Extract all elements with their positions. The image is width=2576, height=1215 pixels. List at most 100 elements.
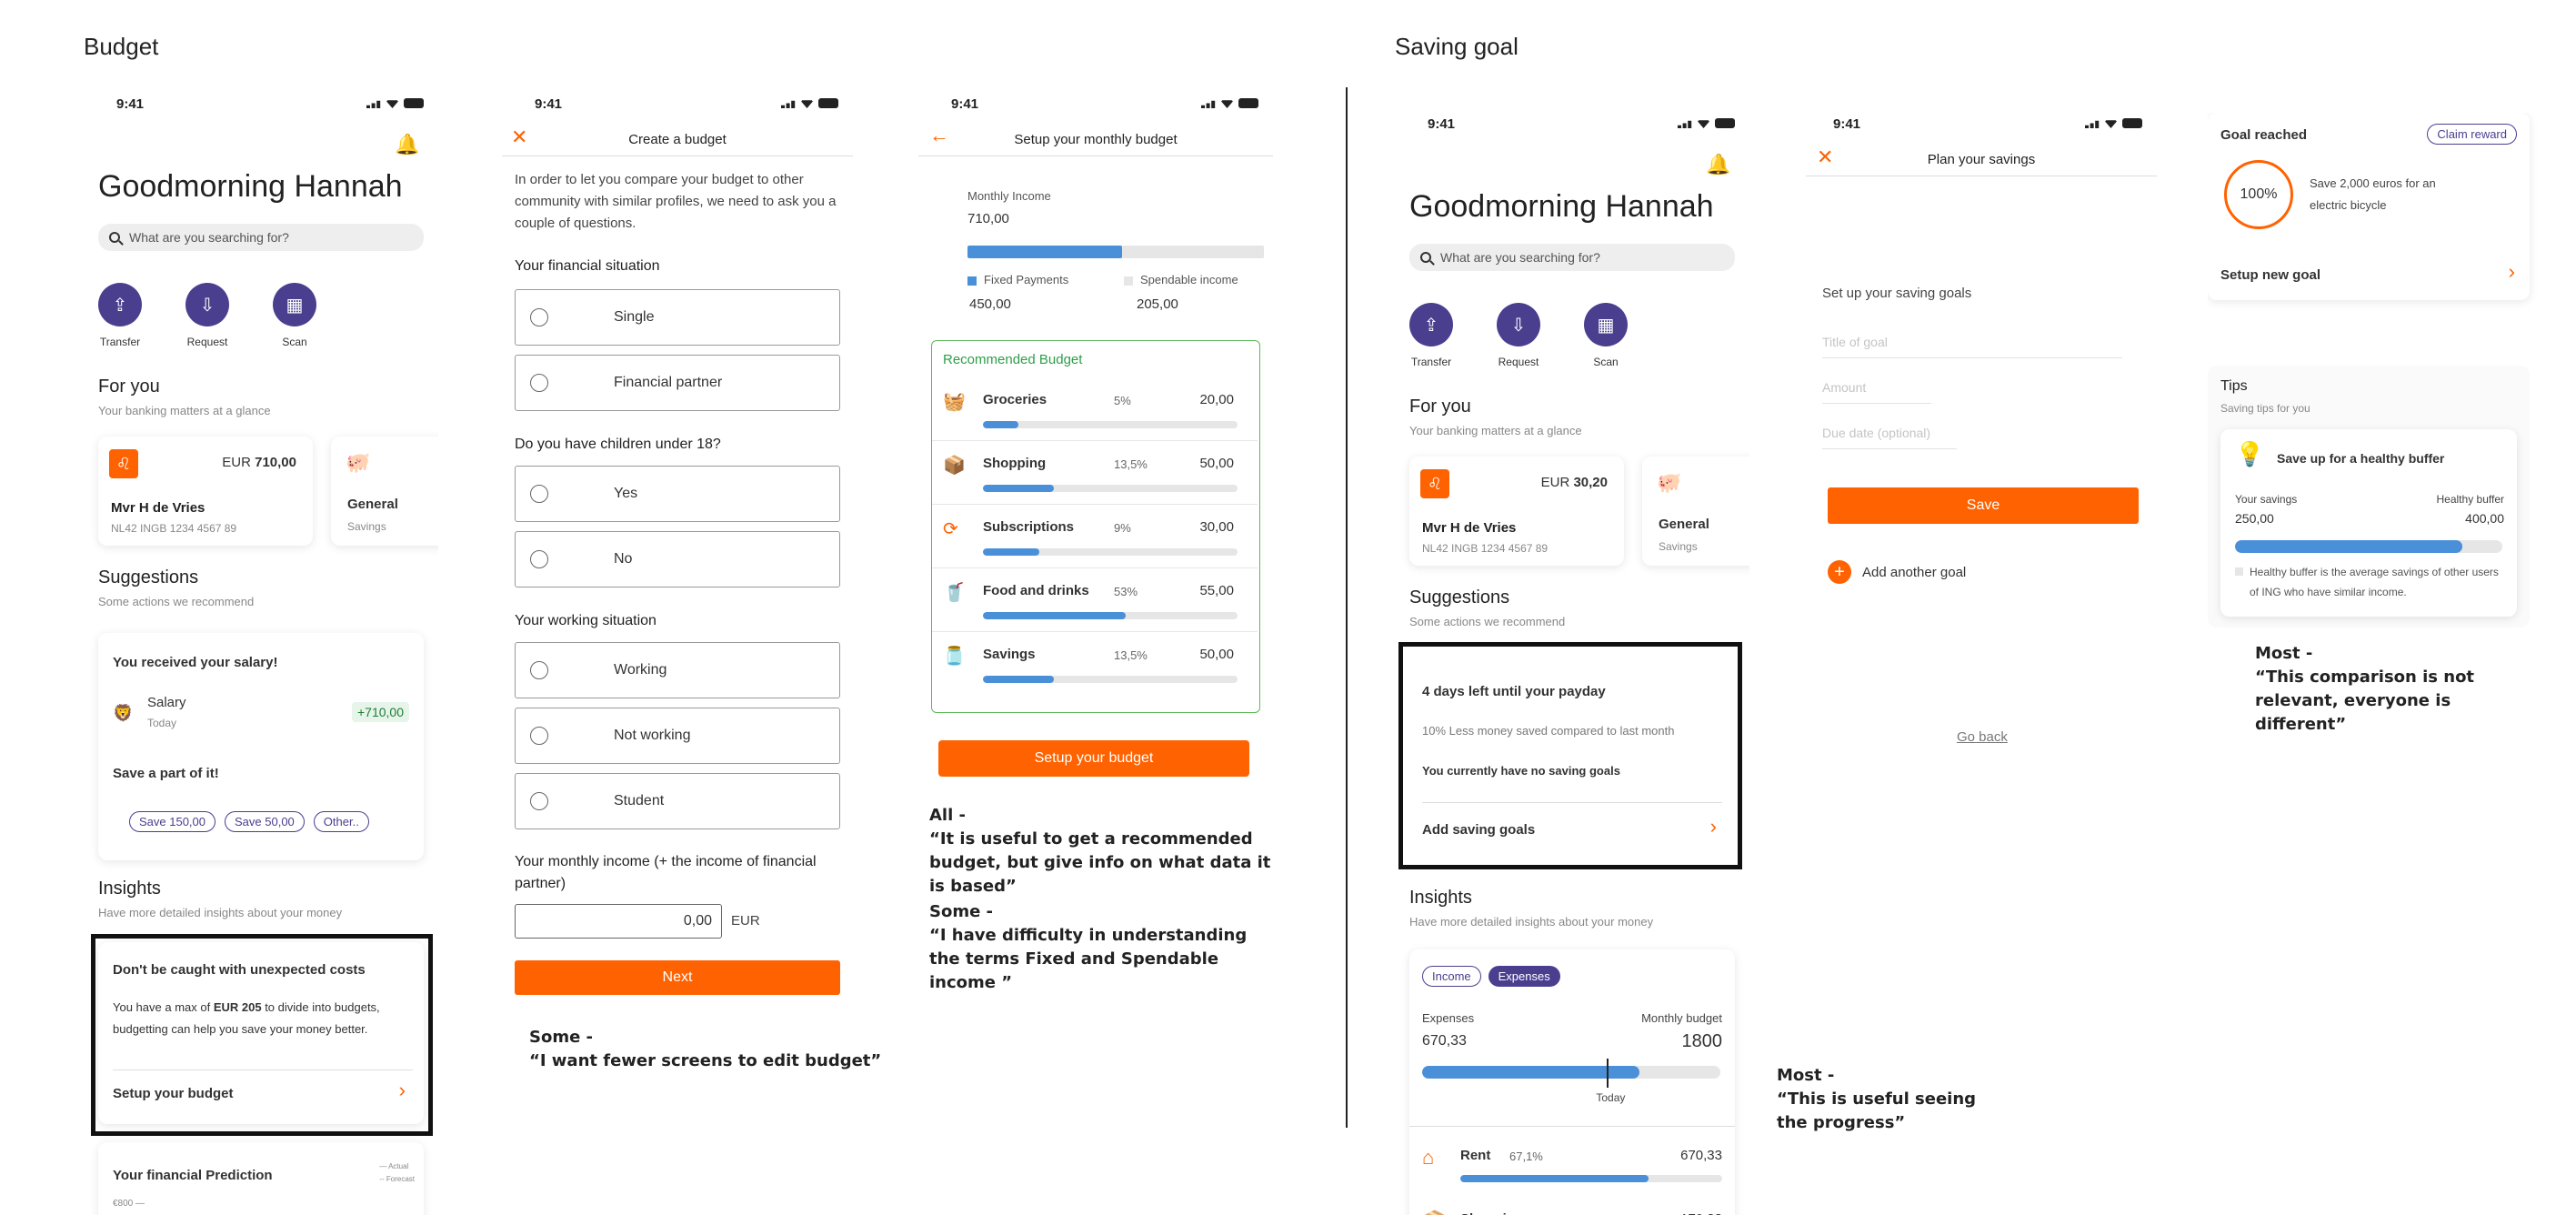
save-chips: Save 150,00 Save 50,00 Other.. bbox=[129, 811, 369, 832]
insights-subtitle: Have more detailed insights about your m… bbox=[1409, 915, 1654, 929]
amount-input[interactable]: Amount bbox=[1822, 380, 1931, 404]
expense-row[interactable]: ⌂ Rent 67,1% 670,33 bbox=[1409, 1137, 1735, 1197]
search-bar[interactable]: What are you searching for? bbox=[1409, 244, 1735, 271]
category-amount: 30,00 bbox=[1199, 519, 1234, 535]
quote2-text: “I have difficulty in understanding the … bbox=[929, 926, 1248, 992]
option-no[interactable]: No bbox=[515, 531, 840, 587]
row-pct: 67,1% bbox=[1509, 1150, 1543, 1163]
add-goal-label: Add another goal bbox=[1862, 564, 1967, 580]
category-bar bbox=[983, 676, 1238, 683]
quote-text: “This comparison is not relevant, everyo… bbox=[2255, 668, 2475, 734]
budget-category-row[interactable]: 🧺 Groceries 5% 20,00 bbox=[932, 381, 1258, 441]
expenses-card: Income Expenses Expenses 670,33 Monthly … bbox=[1409, 949, 1735, 1215]
option-label: Single bbox=[614, 309, 655, 325]
savings-card[interactable]: 🐖 General Savings bbox=[331, 437, 438, 546]
title-input[interactable]: Title of goal bbox=[1822, 335, 2122, 358]
option-student[interactable]: Student bbox=[515, 773, 840, 829]
chevron-right-icon[interactable]: › bbox=[2509, 260, 2515, 284]
budget-section-title: Budget bbox=[84, 33, 159, 60]
budget-category-row[interactable]: ⟳ Subscriptions 9% 30,00 bbox=[932, 508, 1258, 568]
account-card[interactable]: ♌ EUR 30,20 Mvr H de Vries NL42 INGB 123… bbox=[1409, 457, 1624, 566]
upload-icon: ⇪ bbox=[98, 283, 142, 326]
account-card[interactable]: ♌ EUR 710,00 Mvr H de Vries NL42 INGB 12… bbox=[98, 437, 313, 546]
account-balance: EUR 710,00 bbox=[222, 455, 296, 470]
bell-icon[interactable]: 🔔 bbox=[1706, 153, 1730, 176]
legend-label: Forecast bbox=[386, 1175, 415, 1183]
save-button[interactable]: Save bbox=[1828, 487, 2139, 524]
bell-icon[interactable]: 🔔 bbox=[395, 133, 419, 156]
tab-expenses[interactable]: Expenses bbox=[1488, 966, 1560, 987]
option-working[interactable]: Working bbox=[515, 642, 840, 698]
today-marker bbox=[1607, 1059, 1609, 1088]
insights-title: Insights bbox=[98, 879, 161, 899]
create-budget-screen: 9:41 Create a budget ✕ In order to let y… bbox=[502, 87, 853, 1088]
action-request[interactable]: ⇩ Request bbox=[1497, 303, 1540, 368]
search-bar[interactable]: What are you searching for? bbox=[98, 224, 424, 251]
category-name: Food and drinks bbox=[983, 583, 1089, 598]
back-arrow-icon[interactable]: ← bbox=[929, 124, 949, 147]
option-single[interactable]: Single bbox=[515, 289, 840, 346]
progress-ring: 100% bbox=[2224, 160, 2293, 229]
go-back-link[interactable]: Go back bbox=[1957, 729, 2008, 745]
action-transfer[interactable]: ⇪ Transfer bbox=[98, 283, 142, 348]
your-savings-value: 250,00 bbox=[2235, 511, 2274, 526]
highlight-payday bbox=[1398, 642, 1742, 869]
income-value: 0,00 bbox=[683, 913, 712, 929]
battery-icon bbox=[818, 98, 838, 108]
chip-save-50[interactable]: Save 50,00 bbox=[225, 811, 305, 832]
goal-desc: Save 2,000 euros for an electric bicycle bbox=[2310, 176, 2436, 212]
qr-code-icon: ▦ bbox=[1584, 303, 1628, 346]
expenses-bar bbox=[1422, 1066, 1720, 1079]
category-bar-fill bbox=[983, 421, 1019, 428]
balance-amount: 710,00 bbox=[255, 455, 296, 470]
chip-save-150[interactable]: Save 150,00 bbox=[129, 811, 216, 832]
row-name: Rent bbox=[1460, 1148, 1491, 1163]
savings-card[interactable]: 🐖 General Savings bbox=[1642, 457, 1749, 566]
status-time: 9:41 bbox=[535, 96, 563, 112]
income-bar bbox=[967, 246, 1264, 258]
currency: EUR bbox=[1540, 475, 1570, 490]
category-pct: 13,5% bbox=[1114, 648, 1148, 662]
category-bar-fill bbox=[983, 485, 1055, 492]
next-button[interactable]: Next bbox=[515, 960, 840, 995]
setup-new-goal-link[interactable]: Setup new goal bbox=[2220, 267, 2320, 283]
action-request[interactable]: ⇩ Request bbox=[185, 283, 229, 348]
close-icon[interactable]: ✕ bbox=[511, 126, 527, 149]
plus-circle-icon: + bbox=[1828, 560, 1851, 584]
action-scan[interactable]: ▦ Scan bbox=[273, 283, 316, 348]
add-goal-button[interactable]: + Add another goal bbox=[1828, 560, 1966, 584]
row-amount: 170,33 bbox=[1680, 1211, 1722, 1215]
salary-icon: 🦁 bbox=[113, 704, 134, 722]
option-yes[interactable]: Yes bbox=[515, 466, 840, 522]
option-financial-partner[interactable]: Financial partner bbox=[515, 355, 840, 411]
action-scan[interactable]: ▦ Scan bbox=[1584, 303, 1628, 368]
category-name: Shopping bbox=[983, 456, 1047, 471]
navbar: Setup your monthly budget bbox=[918, 124, 1273, 156]
budget-category-row[interactable]: 🫙 Savings 13,5% 50,00 bbox=[932, 636, 1258, 696]
battery-icon bbox=[1715, 118, 1735, 128]
option-not-working[interactable]: Not working bbox=[515, 708, 840, 764]
claim-reward-button[interactable]: Claim reward bbox=[2427, 124, 2517, 145]
budget-category-row[interactable]: 🥤 Food and drinks 53% 55,00 bbox=[932, 572, 1258, 632]
goal-panel: Goal reached Claim reward 100% Save 2,00… bbox=[2208, 113, 2537, 628]
card-divider bbox=[1409, 1126, 1735, 1127]
spendable-value: 205,00 bbox=[1137, 296, 1178, 312]
category-pct: 5% bbox=[1114, 394, 1131, 407]
category-name: Savings bbox=[983, 647, 1036, 662]
balance-amount: 30,20 bbox=[1573, 475, 1608, 490]
category-amount: 50,00 bbox=[1199, 456, 1234, 471]
action-transfer[interactable]: ⇪ Transfer bbox=[1409, 303, 1453, 368]
close-icon[interactable]: ✕ bbox=[1817, 146, 1833, 169]
income-input[interactable]: 0,00 bbox=[515, 904, 722, 939]
signal-icon bbox=[1678, 120, 1692, 128]
tab-income[interactable]: Income bbox=[1422, 966, 1481, 987]
quote-who: Most - bbox=[2255, 644, 2313, 663]
setup-budget-button[interactable]: Setup your budget bbox=[938, 740, 1249, 777]
category-amount: 20,00 bbox=[1199, 392, 1234, 407]
chip-other[interactable]: Other.. bbox=[313, 811, 369, 832]
signal-icon bbox=[781, 100, 796, 108]
expense-row[interactable]: 📦 Shopping 13,1% 170,33 bbox=[1409, 1200, 1735, 1215]
due-date-input[interactable]: Due date (optional) bbox=[1822, 426, 1957, 449]
option-label: Student bbox=[614, 793, 665, 808]
budget-category-row[interactable]: 📦 Shopping 13,5% 50,00 bbox=[932, 445, 1258, 505]
